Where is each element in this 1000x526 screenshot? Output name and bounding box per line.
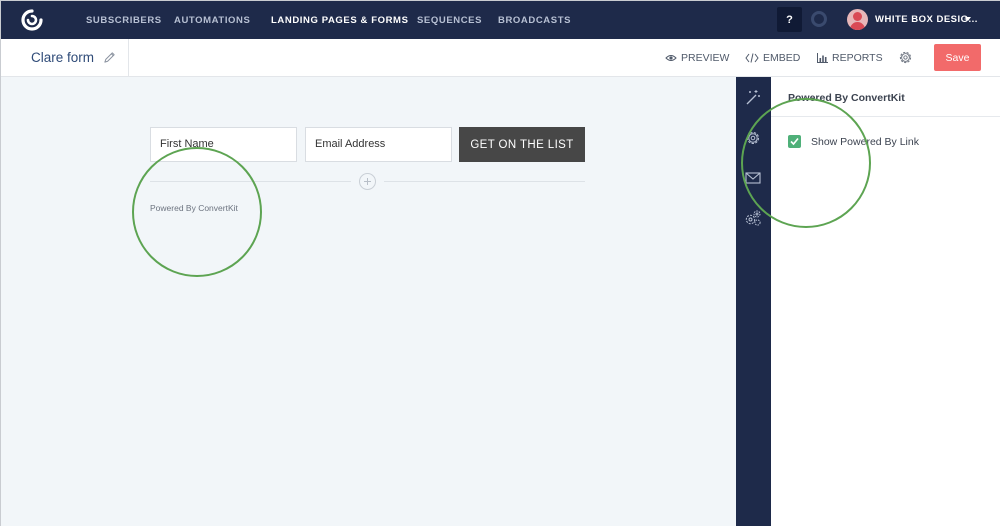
nav-sequences[interactable]: SEQUENCES [417,15,482,26]
nav-broadcasts[interactable]: BROADCASTS [498,15,571,26]
pencil-icon[interactable] [103,51,116,64]
nav-subscribers[interactable]: SUBSCRIBERS [86,15,162,26]
help-button[interactable]: ? [777,7,802,32]
eye-icon [665,55,677,61]
reports-label: REPORTS [832,52,883,64]
form-toolbar: Clare form PREVIEW EMBED REPORTS Save [1,39,1000,77]
form-canvas: First Name Email Address GET ON THE LIST… [1,77,736,526]
show-powered-by-checkbox[interactable] [788,135,801,148]
avatar-head [853,12,862,21]
settings-icon-rail [736,77,771,526]
powered-by-convertkit-text[interactable]: Powered By ConvertKit [150,203,238,213]
preview-button[interactable]: PREVIEW [665,52,729,64]
divider [384,181,585,182]
form-title[interactable]: Clare form [31,50,94,65]
chevron-down-icon[interactable] [965,17,971,21]
add-block-icon[interactable] [359,173,376,190]
settings-gear-icon[interactable] [897,49,914,66]
convertkit-logo-icon[interactable] [20,8,44,32]
magic-wand-icon[interactable] [744,89,762,107]
nav-automations[interactable]: AUTOMATIONS [174,15,250,26]
embed-label: EMBED [763,52,801,64]
form-title-area: Clare form [1,39,129,76]
settings-panel: Powered By ConvertKit Show Powered By Li… [771,77,1000,526]
email-address-field[interactable]: Email Address [305,127,452,162]
first-name-field[interactable]: First Name [150,127,297,162]
divider [150,181,351,182]
embed-button[interactable]: EMBED [745,52,800,64]
top-navigation: SUBSCRIBERS AUTOMATIONS LANDING PAGES & … [1,1,1000,39]
checkmark-icon [790,137,799,146]
save-button[interactable]: Save [934,44,981,71]
bar-chart-icon [817,53,828,63]
reports-button[interactable]: REPORTS [817,52,883,64]
show-powered-by-label[interactable]: Show Powered By Link [811,136,919,148]
preview-label: PREVIEW [681,52,730,64]
mail-icon[interactable] [744,169,762,187]
panel-title: Powered By ConvertKit [788,92,905,104]
avatar[interactable] [847,9,868,30]
account-name[interactable]: WHITE BOX DESIG... [875,14,978,25]
status-indicator-icon [811,11,827,27]
avatar-shoulders [850,22,865,30]
nav-landing-pages-forms[interactable]: LANDING PAGES & FORMS [271,15,409,26]
code-icon [745,53,759,63]
get-on-the-list-button[interactable]: GET ON THE LIST [459,127,585,162]
panel-header: Powered By ConvertKit [771,77,1000,117]
gear-icon[interactable] [744,129,762,147]
multi-gear-icon[interactable] [744,209,762,227]
